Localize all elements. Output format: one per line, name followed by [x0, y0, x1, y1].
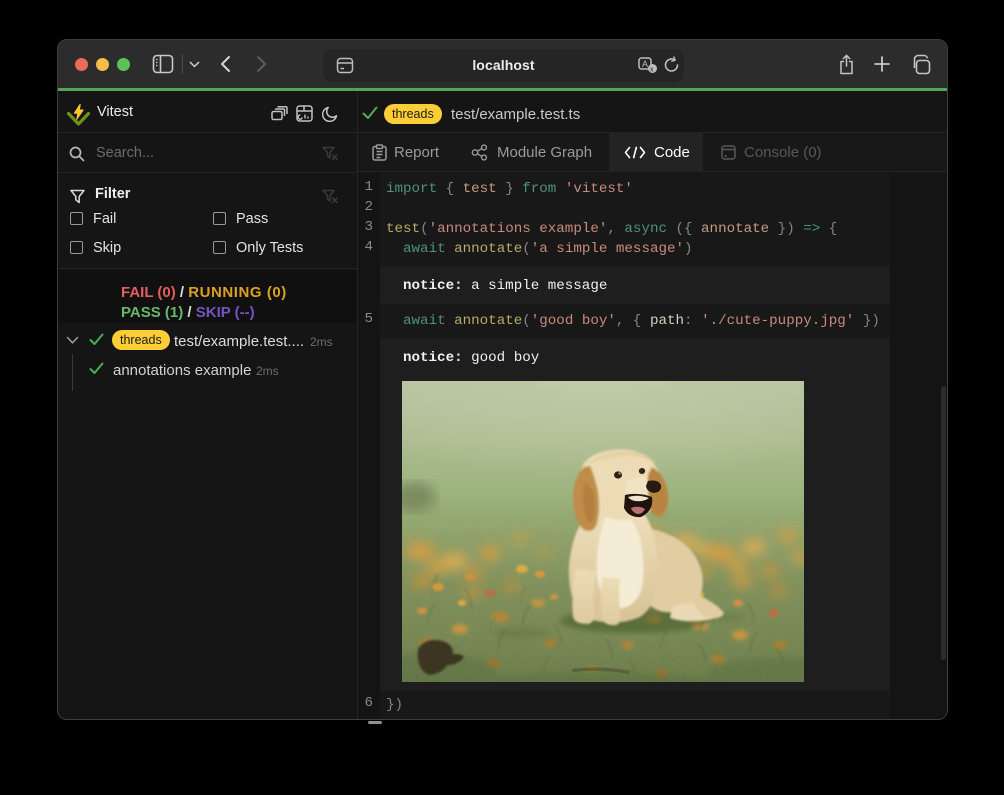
- svg-text:A: A: [642, 59, 648, 69]
- svg-text:x: x: [650, 67, 654, 74]
